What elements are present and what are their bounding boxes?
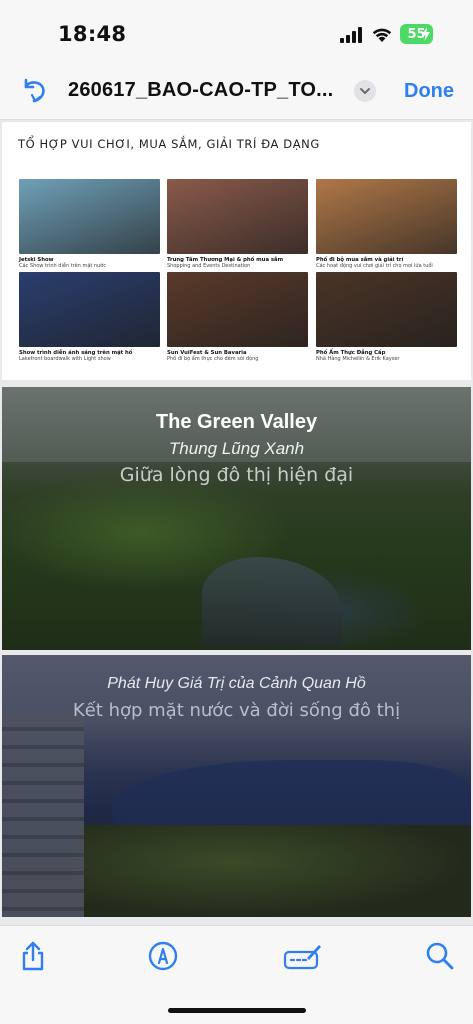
signature-icon[interactable] — [283, 940, 323, 972]
wifi-icon — [372, 28, 392, 42]
feature-tile-image — [19, 272, 160, 347]
undo-arrow-icon[interactable] — [20, 76, 50, 106]
feature-tile: Jetski Show Các Show trình diễn trên mặt … — [19, 179, 160, 269]
share-icon[interactable] — [17, 940, 49, 972]
page-3: Phát Huy Giá Trị của Cảnh Quan Hồ Kết hợ… — [2, 655, 471, 917]
feature-tile-subcaption: Phố đi bộ ẩm thực cho đêm sôi động — [167, 356, 259, 362]
done-button[interactable]: Done — [404, 80, 454, 103]
navigation-bar: 260617_BAO-CAO-TP_TO... Done — [0, 62, 473, 120]
feature-tile-image — [167, 272, 308, 347]
river-image — [202, 557, 342, 647]
document-title[interactable]: 260617_BAO-CAO-TP_TO... — [68, 79, 344, 102]
shore-image — [72, 825, 471, 917]
feature-tile: Sun VuiFest & Sun Bavaria Phố đi bộ ẩm th… — [167, 272, 308, 362]
page-3-tagline: Kết hợp mặt nước và đời sống đô thị — [72, 700, 401, 721]
document-viewer[interactable]: TỔ HỢP VUI CHƠI, MUA SẮM, GIẢI TRÍ ĐA DẠ… — [0, 120, 473, 925]
screen: 18:48 55 260617_BAO-CAO-TP_TO... Done TỔ… — [0, 0, 473, 1024]
status-bar: 18:48 55 — [0, 0, 473, 62]
feature-tile: Phố đi bộ mua sắm và giải trí Các hoạt độ… — [316, 179, 457, 269]
page-2-subtitle: Thung Lũng Xanh — [168, 439, 305, 458]
page-2: The Green Valley Thung Lũng Xanh Giữa lò… — [2, 387, 471, 650]
page-1-title: TỔ HỢP VUI CHƠI, MUA SẮM, GIẢI TRÍ ĐA DẠ… — [18, 137, 320, 151]
feature-tile-image — [316, 272, 457, 347]
charging-bolt-icon — [422, 27, 430, 41]
feature-tile-subcaption: Lakefront boardwalk with Light show — [19, 356, 111, 362]
feature-tile-subcaption: Shopping and Events Destination — [167, 263, 251, 269]
building-image — [2, 713, 84, 917]
feature-tile-image — [316, 179, 457, 254]
feature-tile: Trung Tâm Thương Mại & phố mua sắm Shoppi… — [167, 179, 308, 269]
feature-tile-subcaption: Các hoạt động vui chơi giải trí cho mọi … — [316, 263, 433, 269]
cellular-signal-icon — [340, 27, 362, 43]
page-2-tagline: Giữa lòng đô thị hiện đại — [119, 464, 354, 486]
search-icon[interactable] — [424, 940, 456, 972]
feature-tile-subcaption: Các Show trình diễn trên mặt nước — [19, 263, 107, 269]
title-menu-button[interactable] — [354, 80, 376, 102]
status-time: 18:48 — [58, 22, 127, 46]
markup-icon[interactable] — [147, 940, 179, 972]
page-1: TỔ HỢP VUI CHƠI, MUA SẮM, GIẢI TRÍ ĐA DẠ… — [2, 122, 471, 380]
home-indicator — [168, 1008, 306, 1013]
chevron-down-icon — [360, 88, 370, 94]
feature-tile-subcaption: Nhà Hàng Michellin & Erik Kayser — [316, 356, 400, 362]
feature-tile-image — [19, 179, 160, 254]
battery-indicator: 55 — [400, 24, 433, 44]
feature-tile: Phố Ẩm Thực Đẳng Cấp Nhà Hàng Michellin &… — [316, 272, 457, 362]
feature-tile-image — [167, 179, 308, 254]
page-2-title: The Green Valley — [155, 411, 318, 433]
page-3-subtitle: Phát Huy Giá Trị của Cảnh Quan Hồ — [107, 675, 366, 692]
feature-tile: Show trình diễn ánh sáng trên mặt hồ Lake… — [19, 272, 160, 362]
